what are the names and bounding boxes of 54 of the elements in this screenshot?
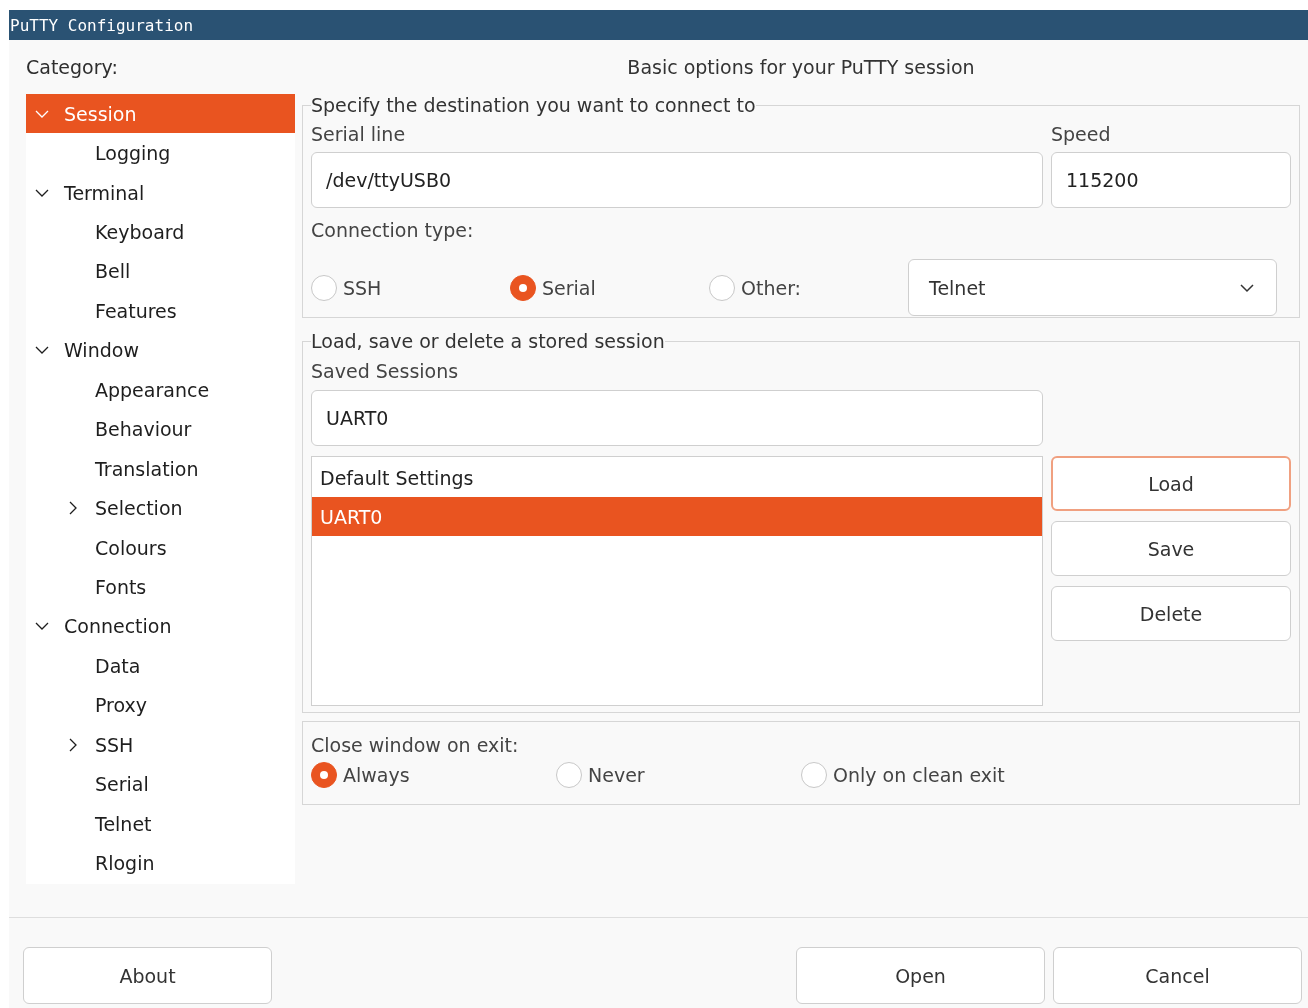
tree-item[interactable]: Appearance xyxy=(26,370,295,410)
tree-item[interactable]: Session xyxy=(26,94,295,134)
session-button[interactable]: Delete xyxy=(1051,586,1291,641)
tree-item[interactable]: Terminal xyxy=(26,172,295,213)
radio-label[interactable]: Only on clean exit xyxy=(833,764,1005,786)
tree-item[interactable]: Telnet xyxy=(26,803,295,844)
field-label: Speed xyxy=(1051,123,1111,145)
session-button[interactable]: Save xyxy=(1051,521,1291,576)
session-name-field[interactable]: UART0 xyxy=(311,390,1043,446)
field-label: Saved Sessions xyxy=(311,360,459,382)
category-label: Category: xyxy=(26,56,118,78)
serial-line-field[interactable]: /dev/ttyUSB0 xyxy=(311,152,1043,208)
radio-label[interactable]: Always xyxy=(343,764,410,786)
radio-button[interactable] xyxy=(709,274,735,301)
radio-label[interactable]: Serial xyxy=(542,276,596,299)
radio-label[interactable]: Never xyxy=(588,764,645,786)
radio-button[interactable] xyxy=(510,274,536,301)
tree-item[interactable]: Colours xyxy=(26,527,295,568)
dialog-button[interactable]: Cancel xyxy=(1053,947,1302,1004)
radio-button[interactable] xyxy=(556,762,582,788)
tree-item[interactable]: Keyboard xyxy=(26,212,295,252)
tree-item[interactable]: Data xyxy=(26,646,295,686)
group-title: Load, save or delete a stored session xyxy=(311,330,665,352)
tree-item[interactable]: Connection xyxy=(26,606,295,647)
tree-item[interactable]: Window xyxy=(26,330,295,371)
radio-label[interactable]: SSH xyxy=(343,276,382,299)
tree-item[interactable]: Translation xyxy=(26,448,295,489)
tree-item[interactable]: SSH xyxy=(26,725,295,765)
field-label: Close window on exit: xyxy=(311,734,519,756)
list-item[interactable]: Default Settings xyxy=(312,458,1042,497)
radio-button[interactable] xyxy=(801,762,827,788)
tree-item[interactable]: Features xyxy=(26,291,295,331)
radio-button[interactable] xyxy=(311,274,337,301)
panel-title: Basic options for your PuTTY session xyxy=(627,56,975,78)
protocol-dropdown[interactable]: Telnet xyxy=(908,259,1277,316)
radio-button[interactable] xyxy=(311,762,337,788)
tree-item[interactable]: Fonts xyxy=(26,567,295,607)
tree-item[interactable]: Bell xyxy=(26,251,295,292)
speed-field[interactable]: 115200 xyxy=(1051,152,1291,208)
radio-label[interactable]: Other: xyxy=(741,276,801,299)
tree-item[interactable]: Logging xyxy=(26,133,295,173)
tree-item[interactable]: Serial xyxy=(26,764,295,804)
dialog-button[interactable]: About xyxy=(23,947,272,1004)
tree-item[interactable]: Behaviour xyxy=(26,409,295,449)
window-title: PuTTY Configuration xyxy=(9,15,194,35)
field-label: Serial line xyxy=(311,123,406,145)
group-title: Specify the destination you want to connect to xyxy=(311,94,756,116)
tree-item[interactable]: Selection xyxy=(26,488,295,528)
list-item[interactable]: UART0 xyxy=(312,497,1042,536)
tree-item[interactable]: Rlogin xyxy=(26,843,295,883)
tree-item[interactable]: Proxy xyxy=(26,685,295,725)
field-label: Connection type: xyxy=(311,219,474,241)
session-button[interactable]: Load xyxy=(1051,456,1291,511)
dialog-button[interactable]: Open xyxy=(796,947,1045,1004)
